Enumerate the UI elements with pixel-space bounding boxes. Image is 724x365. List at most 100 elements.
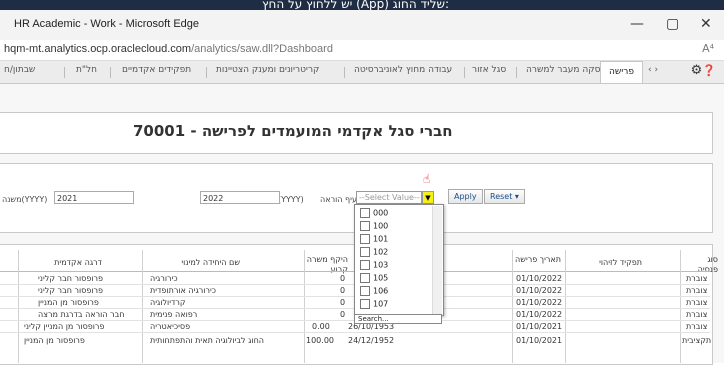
retire-date-cell: 01/10/2022 [516, 298, 563, 307]
window-title: HR Academic - Work - Microsoft Edge [14, 18, 200, 30]
maximize-button[interactable]: ▢ [666, 16, 679, 32]
column-divider [565, 250, 566, 363]
dropdown-option[interactable]: 102 [360, 247, 388, 257]
window-titlebar: HR Academic - Work - Microsoft Edge — ▢ … [0, 10, 724, 40]
tab-staff-area[interactable]: סגל אזור [472, 65, 506, 75]
tab-divider [64, 67, 65, 78]
tab-criteria-excellence[interactable]: קריטריונים ומענק הצטיינות [216, 65, 319, 75]
pension-cell: צוברת [686, 274, 708, 283]
pointer-hand-icon: ☝ [423, 172, 431, 186]
retire-date-cell: 01/10/2021 [516, 322, 563, 331]
dropdown-option[interactable]: 103 [360, 260, 388, 270]
apply-button[interactable]: Apply [448, 189, 483, 204]
pct-cell: 0.00 [312, 322, 330, 331]
checkbox[interactable] [360, 286, 370, 296]
dropdown-option[interactable]: 105 [360, 273, 388, 283]
chevron-down-icon: ▼ [425, 194, 431, 202]
page-title: חברי סגל אקדמי המועמדים לפרישה - 70001 [133, 122, 453, 140]
tab-divider [110, 67, 111, 78]
checkbox[interactable] [360, 234, 370, 244]
tab-divider [516, 67, 517, 78]
rank-cell: חבר הוראה בדרגת מרצה [38, 310, 125, 319]
checkbox[interactable] [360, 273, 370, 283]
column-divider [680, 250, 681, 363]
tab-unpaid-leave[interactable]: חל"ת [76, 65, 97, 75]
option-label: 106 [373, 286, 389, 296]
column-divider [142, 250, 143, 363]
checkbox[interactable] [360, 208, 370, 218]
dropdown-option[interactable]: 101 [360, 234, 388, 244]
dropdown-option[interactable]: 106 [360, 286, 388, 296]
read-aloud-icon[interactable]: A⁴ [702, 42, 714, 55]
dropdown-option[interactable]: 100 [360, 221, 388, 231]
dropdown-option[interactable]: 000 [360, 208, 388, 218]
checkbox[interactable] [360, 260, 370, 270]
tab-sabbatical[interactable]: שבתון/ח [4, 65, 35, 75]
unit-cell: רפואה פנימית [150, 310, 198, 319]
row-divider [0, 332, 710, 333]
unit-cell: כירורגיה [150, 274, 178, 283]
header-position-pct[interactable]: היקף משרה קבוע [300, 255, 348, 275]
rank-cell: פרופסור מן המניין [38, 298, 99, 307]
help-icon[interactable]: ❓ [702, 64, 716, 77]
pct-cell: 0 [340, 274, 346, 283]
pension-cell: תקציבית [682, 336, 712, 345]
option-label: 100 [373, 221, 389, 231]
teaching-unit-dropdown[interactable]: 000 100 101 102 103 105 106 107 [354, 204, 444, 316]
header-pension-type[interactable]: סוג פנסיה [690, 255, 718, 275]
unit-cell: כירורגיה אורתופדית [150, 286, 216, 295]
unit-cell: פסיכיאטריה [150, 322, 191, 331]
tab-outside-work[interactable]: עבודה מחוץ לאוניברסיטה [354, 65, 452, 75]
option-label: 101 [373, 234, 389, 244]
teaching-unit-select[interactable]: --Select Value-- [356, 191, 422, 204]
pct-cell: 0 [340, 286, 346, 295]
header-retire-date[interactable]: תאריך פרישה [515, 255, 561, 265]
tab-nav-arrows[interactable]: ‹ › [648, 65, 658, 75]
reset-button[interactable]: Reset ▾ [484, 189, 525, 204]
pension-cell: צוברת [686, 310, 708, 319]
header-academic-rank[interactable]: דרגה אקדמית [22, 258, 102, 268]
address-bar[interactable]: hqm-mt.analytics.ocp.oraclecloud.com/ana… [0, 40, 724, 61]
year-to-input[interactable]: 2022 [200, 191, 280, 204]
gear-icon[interactable]: ⚙ [691, 63, 703, 78]
pct-cell: 0 [340, 310, 346, 319]
tab-academic-roles[interactable]: תפקידים אקדמיים [122, 65, 191, 75]
checkbox[interactable] [360, 299, 370, 309]
year-from-input[interactable]: 2021 [54, 191, 134, 204]
unit-cell: קרדיולוגיה [150, 298, 186, 307]
pension-cell: צוברת [686, 286, 708, 295]
pct-cell: 0 [340, 298, 346, 307]
dropdown-arrow-button[interactable]: ▼ [422, 191, 434, 204]
tab-divider [206, 67, 207, 78]
url-text[interactable]: hqm-mt.analytics.ocp.oraclecloud.com/ana… [4, 43, 333, 55]
birth-date-cell: 24/12/1952 [348, 336, 395, 345]
retire-date-cell: 01/10/2022 [516, 310, 563, 319]
header-unit-name[interactable]: שם היחידה למינוי [150, 258, 240, 268]
tab-retirement[interactable]: פרישה [600, 61, 643, 83]
retire-date-cell: 01/10/2022 [516, 274, 563, 283]
top-caption-strip: יש ללחוץ על החץ (App) שליד החוג: [0, 0, 724, 11]
rank-cell: פרופסור מן המניין קליני [24, 322, 105, 331]
settings-icons: ⚙❓ [691, 63, 716, 78]
column-divider [18, 250, 19, 363]
dropdown-scrollbar[interactable] [432, 206, 442, 314]
rank-cell: פרופסור חבר קליני [38, 286, 104, 295]
minimize-button[interactable]: — [630, 16, 644, 32]
option-label: 107 [373, 299, 389, 309]
close-button[interactable]: ✕ [700, 16, 712, 32]
pct-cell: 100.00 [306, 336, 334, 345]
dropdown-option[interactable]: 107 [360, 299, 388, 309]
dropdown-search[interactable]: Search... [354, 314, 442, 324]
unit-cell: החוג לביולוגיה תאית והתפתחותית [150, 336, 265, 345]
checkbox[interactable] [360, 221, 370, 231]
retire-date-cell: 01/10/2022 [516, 286, 563, 295]
header-role[interactable]: תפקיד לזיהוי [580, 258, 642, 268]
option-label: 000 [373, 208, 389, 218]
option-label: 105 [373, 273, 389, 283]
dashboard-tabs: שבתון/ח חל"ת תפקידים אקדמיים קריטריונים … [0, 61, 724, 84]
retire-date-cell: 01/10/2021 [516, 336, 563, 345]
tab-divider [344, 67, 345, 78]
option-label: 102 [373, 247, 389, 257]
checkbox[interactable] [360, 247, 370, 257]
url-path: /analytics/saw.dll?Dashboard [191, 43, 333, 55]
